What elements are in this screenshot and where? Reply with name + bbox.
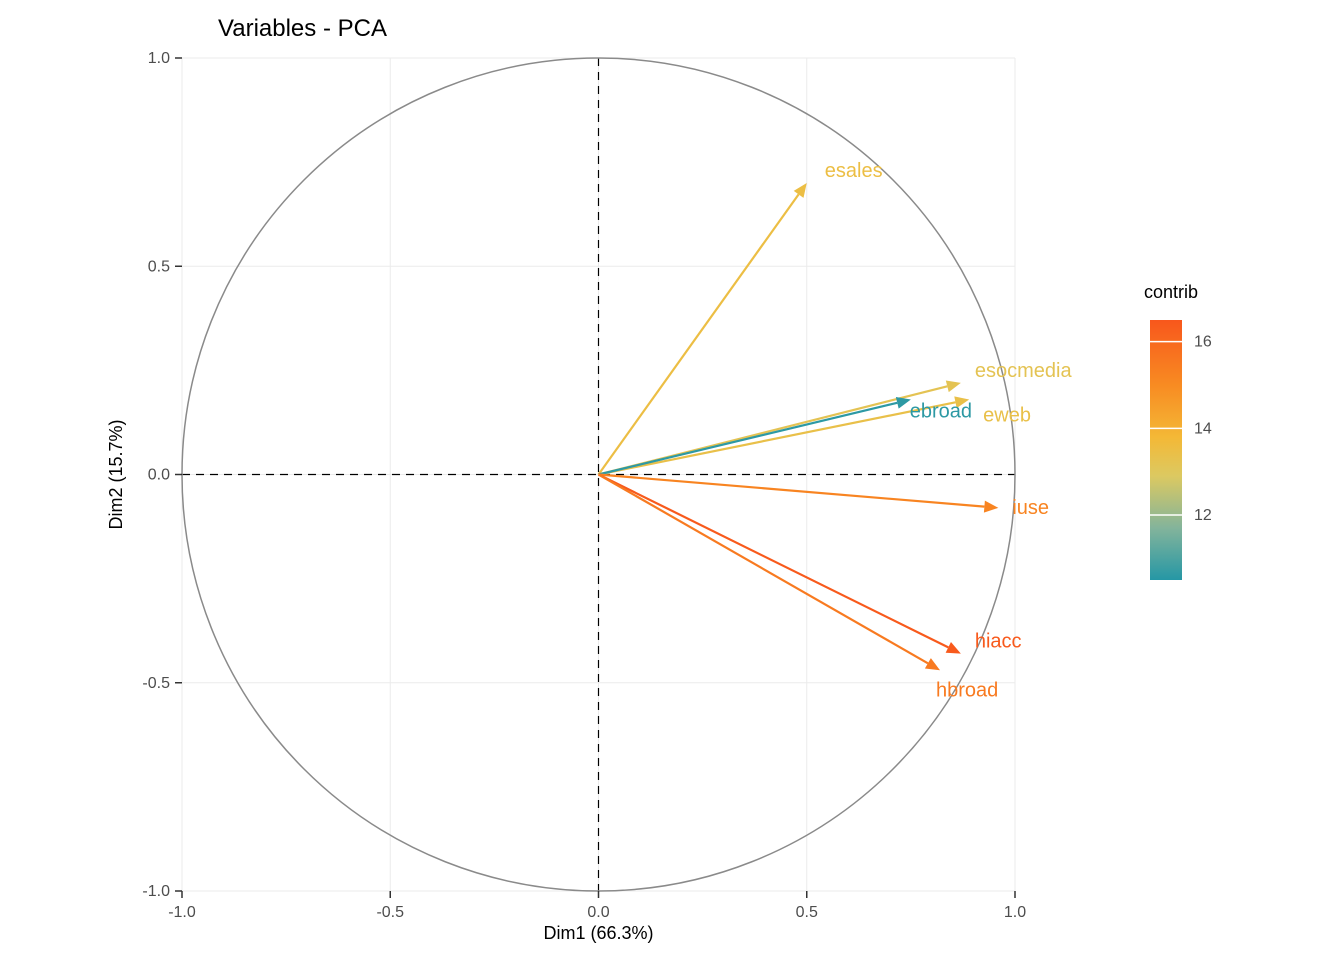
legend-colorbar (1150, 320, 1182, 580)
pca-label-iuse: iuse (1012, 497, 1049, 519)
x-tick-label: -0.5 (376, 904, 404, 921)
y-tick-label: 1.0 (148, 50, 170, 67)
plot-title: Variables - PCA (218, 15, 387, 42)
y-tick-label: 0.0 (148, 467, 170, 484)
legend-tick-label: 14 (1194, 420, 1212, 437)
y-axis-title: Dim2 (15.7%) (106, 419, 126, 529)
pca-label-hiacc: hiacc (975, 631, 1022, 653)
x-tick-label: 0.0 (587, 904, 609, 921)
pca-label-hbroad: hbroad (936, 679, 998, 701)
pca-label-eweb: eweb (983, 405, 1031, 427)
pca-label-ebroad: ebroad (910, 401, 972, 423)
x-axis-title: Dim1 (66.3%) (543, 923, 653, 943)
y-tick-label: -1.0 (142, 883, 170, 900)
legend-tick-label: 12 (1194, 507, 1212, 524)
pca-label-esales: esales (825, 160, 883, 182)
y-tick-label: -0.5 (142, 675, 170, 692)
x-tick-label: 1.0 (1004, 904, 1026, 921)
x-tick-label: 0.5 (796, 904, 818, 921)
legend-tick-label: 16 (1194, 334, 1212, 351)
y-tick-label: 0.5 (148, 258, 170, 275)
x-tick-label: -1.0 (168, 904, 196, 921)
pca-variable-plot: -1.0 -0.5 0.0 0.5 1.0 -1.0 -0.5 0.0 0.5 1.0 Dim1 (… (0, 0, 1344, 960)
legend-title: contrib (1144, 282, 1198, 302)
pca-label-esocmedia: esocmedia (975, 360, 1073, 382)
